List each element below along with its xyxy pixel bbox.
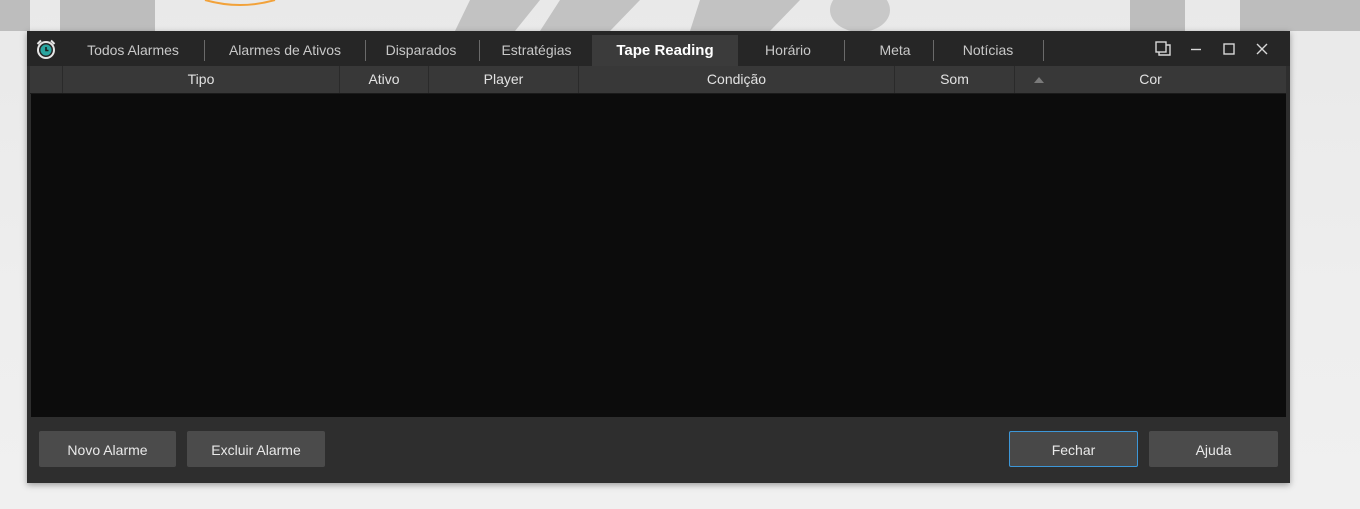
column-header-ativo[interactable]: Ativo	[339, 66, 428, 93]
tab-noticias[interactable]: Notícias	[942, 35, 1034, 66]
close-icon[interactable]	[1249, 36, 1275, 62]
maximize-icon[interactable]	[1216, 36, 1242, 62]
tab-disparados[interactable]: Disparados	[375, 35, 467, 66]
table-header: Tipo Ativo Player Condição Som Cor	[30, 66, 1286, 94]
restore-window-icon[interactable]	[1150, 36, 1176, 62]
close-button[interactable]: Fechar	[1009, 431, 1138, 467]
column-header-cor[interactable]: Cor	[1014, 66, 1286, 93]
delete-alarm-button[interactable]: Excluir Alarme	[187, 431, 325, 467]
tab-separator	[479, 40, 480, 61]
alarm-clock-icon	[36, 39, 56, 59]
help-button[interactable]: Ajuda	[1149, 431, 1278, 467]
tab-separator	[844, 40, 845, 61]
column-header-tipo[interactable]: Tipo	[62, 66, 339, 93]
column-header-selector[interactable]	[30, 66, 62, 93]
minimize-icon[interactable]	[1183, 36, 1209, 62]
tab-separator	[933, 40, 934, 61]
sort-ascending-icon	[1034, 77, 1044, 83]
column-header-som[interactable]: Som	[894, 66, 1014, 93]
tab-estrategias[interactable]: Estratégias	[489, 35, 584, 66]
column-header-condicao[interactable]: Condição	[578, 66, 894, 93]
alarms-window: Todos Alarmes Alarmes de Ativos Disparad…	[27, 31, 1290, 483]
tab-separator	[365, 40, 366, 61]
tab-separator	[1043, 40, 1044, 61]
tab-separator	[204, 40, 205, 61]
tab-bar: Todos Alarmes Alarmes de Ativos Disparad…	[27, 31, 1290, 66]
alarms-table-body[interactable]	[31, 94, 1286, 417]
tab-todos-alarmes[interactable]: Todos Alarmes	[73, 35, 193, 66]
tab-horario[interactable]: Horário	[750, 35, 826, 66]
new-alarm-button[interactable]: Novo Alarme	[39, 431, 176, 467]
tab-meta[interactable]: Meta	[855, 35, 935, 66]
tab-alarmes-de-ativos[interactable]: Alarmes de Ativos	[215, 35, 355, 66]
column-header-player[interactable]: Player	[428, 66, 578, 93]
tab-tape-reading[interactable]: Tape Reading	[592, 35, 738, 66]
